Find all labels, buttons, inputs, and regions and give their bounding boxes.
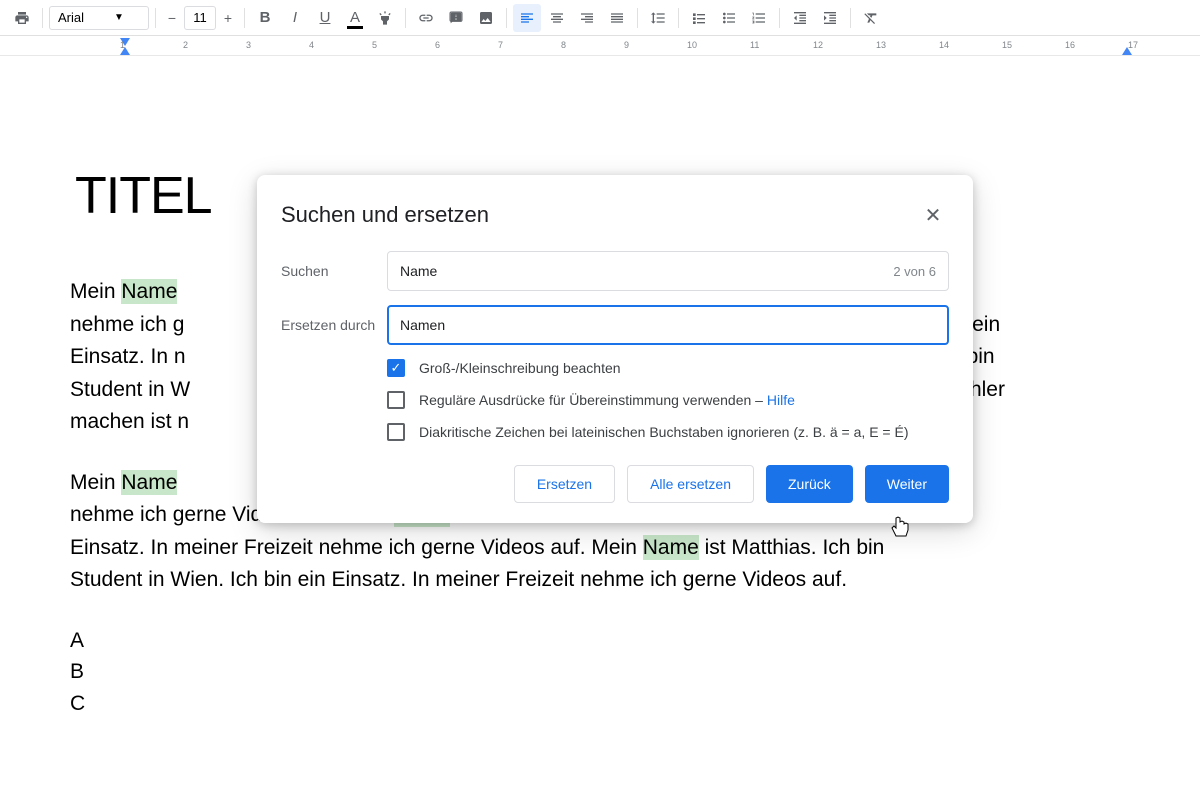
regex-label: Reguläre Ausdrücke für Übereinstimmung v… [419,392,795,408]
ruler-number: 15 [1002,40,1012,50]
replace-all-button[interactable]: Alle ersetzen [627,465,754,503]
match-case-label: Groß-/Kleinschreibung beachten [419,360,621,376]
ruler-number: 13 [876,40,886,50]
bullet-list-button[interactable] [715,4,743,32]
align-right-button[interactable] [573,4,601,32]
list-item[interactable]: B [70,656,1130,688]
ruler-number: 12 [813,40,823,50]
comment-button[interactable] [442,4,470,32]
list-item[interactable]: C [70,688,1130,720]
ruler-number: 2 [183,40,188,50]
ruler-number: 10 [687,40,697,50]
italic-button[interactable]: I [281,4,309,32]
close-icon[interactable]: ✕ [917,199,949,231]
ruler: 1234567891011121314151617 [0,36,1200,56]
ruler-number: 14 [939,40,949,50]
next-button[interactable]: Weiter [865,465,949,503]
align-left-button[interactable] [513,4,541,32]
decrease-size-button[interactable]: − [162,6,182,30]
line-spacing-button[interactable] [644,4,672,32]
ruler-number: 4 [309,40,314,50]
search-input[interactable]: Name 2 von 6 [387,251,949,291]
find-replace-dialog: Suchen und ersetzen ✕ Suchen Name 2 von … [257,175,973,523]
ruler-number: 11 [750,40,759,50]
replace-input[interactable]: Namen [387,305,949,345]
search-label: Suchen [281,263,387,279]
numbered-list-button[interactable] [745,4,773,32]
indent-increase-button[interactable] [816,4,844,32]
ruler-number: 7 [498,40,503,50]
regex-checkbox[interactable] [387,391,405,409]
bold-button[interactable]: B [251,4,279,32]
link-button[interactable] [412,4,440,32]
align-center-button[interactable] [543,4,571,32]
formatting-toolbar: Arial ▼ − + B I U A [0,0,1200,36]
clear-format-button[interactable] [857,4,885,32]
align-justify-button[interactable] [603,4,631,32]
print-icon[interactable] [8,4,36,32]
checklist-button[interactable] [685,4,713,32]
match-count: 2 von 6 [893,264,936,279]
increase-size-button[interactable]: + [218,6,238,30]
underline-button[interactable]: U [311,4,339,32]
highlight-button[interactable] [371,4,399,32]
dropdown-icon: ▼ [114,12,124,23]
font-size-stepper: − + [162,6,238,30]
ruler-number: 1 [120,40,125,50]
dialog-title: Suchen und ersetzen [281,202,489,228]
ruler-number: 8 [561,40,566,50]
replace-label: Ersetzen durch [281,317,387,333]
help-link[interactable]: Hilfe [767,392,795,408]
list-item[interactable]: A [70,625,1130,657]
indent-decrease-button[interactable] [786,4,814,32]
font-name: Arial [58,10,84,25]
ruler-number: 16 [1065,40,1075,50]
text-color-button[interactable]: A [341,4,369,32]
font-size-input[interactable] [184,6,216,30]
match-case-checkbox[interactable]: ✓ [387,359,405,377]
previous-button[interactable]: Zurück [766,465,853,503]
ruler-number: 3 [246,40,251,50]
image-button[interactable] [472,4,500,32]
ruler-number: 6 [435,40,440,50]
diacritic-checkbox[interactable] [387,423,405,441]
ruler-number: 17 [1128,40,1138,50]
ruler-number: 9 [624,40,629,50]
diacritic-label: Diakritische Zeichen bei lateinischen Bu… [419,424,908,440]
font-selector[interactable]: Arial ▼ [49,6,149,30]
ruler-number: 5 [372,40,377,50]
replace-button[interactable]: Ersetzen [514,465,615,503]
